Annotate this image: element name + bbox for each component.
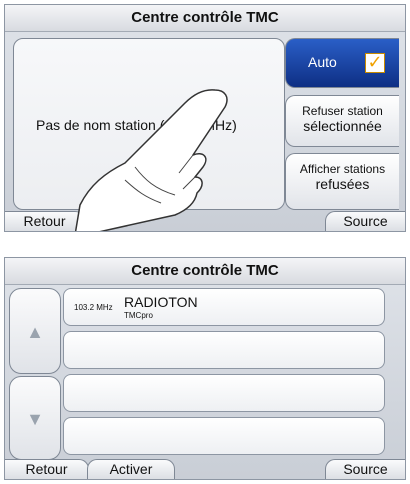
station-list-item[interactable] — [63, 331, 385, 369]
reject-line1: Refuser station — [302, 104, 383, 118]
auto-checkbox-icon[interactable]: ✓ — [365, 53, 385, 73]
source-button[interactable]: Source — [325, 211, 405, 231]
back-button[interactable]: Retour — [5, 459, 89, 479]
station-name: RADIOTON — [124, 294, 198, 310]
up-arrow-icon: ▲ — [26, 322, 44, 342]
station-frequency: 103.2 MHz — [74, 303, 113, 312]
show-line1: Afficher stations — [299, 162, 386, 176]
station-list-item[interactable] — [63, 374, 385, 412]
station-list-item[interactable] — [63, 417, 385, 455]
pointing-hand-icon — [75, 89, 228, 231]
show-rejected-button[interactable]: Afficher stations refusées — [285, 153, 399, 210]
station-provider: TMCpro — [124, 311, 153, 320]
tmc-control-screen-2: Centre contrôle TMC ▲ ▼ 103.2 MHz RADIOT… — [4, 257, 406, 480]
auto-button[interactable]: Auto ✓ — [285, 38, 399, 88]
down-arrow-icon: ▼ — [26, 409, 44, 429]
reject-line2: sélectionnée — [303, 118, 382, 134]
auto-label: Auto — [308, 54, 337, 70]
scroll-up-button[interactable]: ▲ — [9, 288, 61, 374]
show-line2: refusées — [315, 176, 370, 192]
tmc-control-screen-1: Centre contrôle TMC Pas de nom station (… — [4, 4, 406, 232]
scroll-down-button[interactable]: ▼ — [9, 376, 61, 460]
screen-title: Centre contrôle TMC — [5, 258, 405, 285]
screen-title: Centre contrôle TMC — [5, 5, 405, 32]
reject-station-button[interactable]: Refuser station sélectionnée — [285, 95, 399, 147]
source-button[interactable]: Source — [325, 459, 405, 479]
activate-button[interactable]: Activer — [87, 459, 175, 479]
back-button[interactable]: Retour — [5, 211, 85, 231]
station-list-item[interactable]: 103.2 MHz RADIOTON TMCpro — [63, 288, 385, 326]
